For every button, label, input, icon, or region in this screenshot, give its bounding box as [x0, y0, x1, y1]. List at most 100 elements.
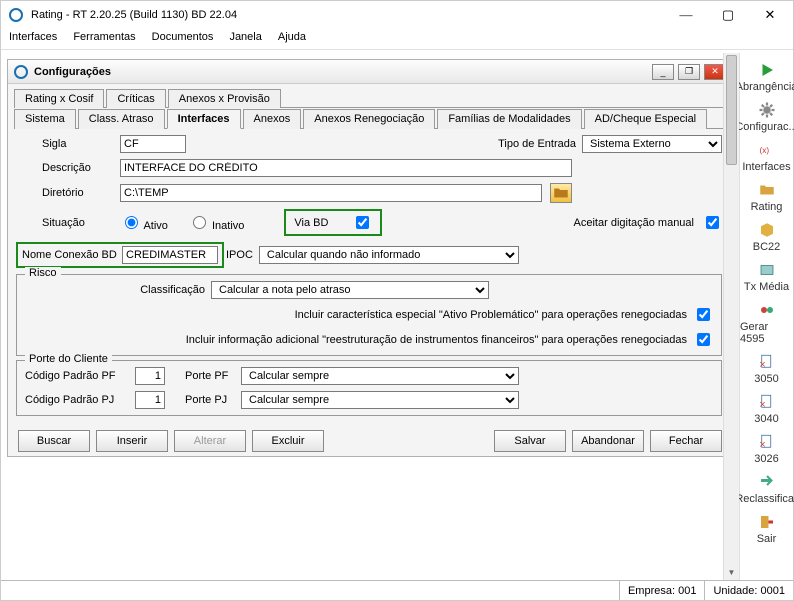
sidebar-item-3026[interactable]: 3026: [740, 433, 793, 465]
incluir2-checkbox[interactable]: [697, 333, 710, 346]
aceitar-manual-checkbox[interactable]: [706, 216, 719, 229]
menu-ajuda[interactable]: Ajuda: [278, 31, 306, 43]
aceitar-manual-label: Aceitar digitação manual: [574, 217, 694, 229]
minimize-button[interactable]: —: [671, 7, 701, 23]
via-bd-checkbox[interactable]: [356, 216, 369, 229]
ipoc-label: IPOC: [226, 249, 253, 261]
sidebar-item-3050[interactable]: 3050: [740, 353, 793, 385]
sidebar-item-reclassificar[interactable]: Reclassificar: [740, 473, 793, 505]
sidebar-item-sair[interactable]: Sair: [740, 513, 793, 545]
menu-ferramentas[interactable]: Ferramentas: [73, 31, 135, 43]
vertical-scrollbar[interactable]: ▲ ▼: [723, 53, 739, 580]
tab-sistema[interactable]: Sistema: [14, 109, 76, 129]
close-button[interactable]: ✕: [755, 7, 785, 23]
porte-pf-select[interactable]: Calcular sempre: [241, 367, 519, 385]
tab-anexos-reneg[interactable]: Anexos Renegociação: [303, 109, 435, 129]
tab-class-atraso[interactable]: Class. Atraso: [78, 109, 165, 129]
child-icon: [14, 65, 28, 79]
incluir1-label: Incluir característica especial "Ativo P…: [25, 309, 687, 321]
cod-pf-label: Código Padrão PF: [25, 370, 135, 382]
diretorio-label: Diretório: [42, 187, 120, 199]
move-icon: [758, 473, 776, 491]
diretorio-input[interactable]: [120, 184, 542, 202]
buscar-button[interactable]: Buscar: [18, 430, 90, 452]
sidebar-item-bc22[interactable]: BC22: [740, 221, 793, 253]
porte-pj-label: Porte PJ: [185, 394, 241, 406]
excluir-button[interactable]: Excluir: [252, 430, 324, 452]
child-window: Configurações _ ❐ ✕ Rating x Cosif Críti…: [7, 59, 733, 457]
menu-documentos[interactable]: Documentos: [152, 31, 214, 43]
app-icon: [9, 8, 23, 22]
tipo-entrada-label: Tipo de Entrada: [498, 138, 576, 150]
tipo-entrada-select[interactable]: Sistema Externo: [582, 135, 722, 153]
fechar-button[interactable]: Fechar: [650, 430, 722, 452]
incluir2-label: Incluir informação adicional "reestrutur…: [25, 334, 687, 346]
descricao-label: Descrição: [42, 162, 120, 174]
porte-legend: Porte do Cliente: [25, 353, 112, 365]
sidebar-item-rating[interactable]: Rating: [740, 181, 793, 213]
io-icon: (x): [758, 141, 776, 159]
tab-familias[interactable]: Famílias de Modalidades: [437, 109, 581, 129]
tab-criticas[interactable]: Críticas: [106, 89, 165, 108]
scroll-down-icon[interactable]: ▼: [724, 564, 739, 580]
status-empresa: Empresa: 001: [619, 581, 704, 600]
radio-ativo[interactable]: Ativo: [120, 213, 168, 232]
folder-icon: [758, 181, 776, 199]
cube-icon: [758, 221, 776, 239]
sigla-input[interactable]: [120, 135, 186, 153]
via-bd-label: Via BD: [294, 217, 328, 229]
tab-interfaces[interactable]: Interfaces: [167, 109, 241, 129]
child-minimize-button[interactable]: _: [652, 64, 674, 80]
abandonar-button[interactable]: Abandonar: [572, 430, 644, 452]
doc-icon: [758, 433, 776, 451]
sidebar-item-txmedia[interactable]: Tx Média: [740, 261, 793, 293]
window-title: Rating - RT 2.20.25 (Build 1130) BD 22.0…: [31, 9, 237, 21]
menu-janela[interactable]: Janela: [229, 31, 261, 43]
tab-anexos[interactable]: Anexos: [243, 109, 302, 129]
menu-interfaces[interactable]: Interfaces: [9, 31, 57, 43]
maximize-button[interactable]: ▢: [713, 7, 743, 23]
incluir1-checkbox[interactable]: [697, 308, 710, 321]
via-bd-highlight: Via BD: [284, 209, 382, 236]
tab-row-2: Sistema Class. Atraso Interfaces Anexos …: [14, 108, 726, 129]
nome-conexao-input[interactable]: [122, 246, 218, 264]
situacao-label: Situação: [42, 217, 120, 229]
form-interfaces: Sigla Tipo de Entrada Sistema Externo De…: [8, 129, 732, 424]
browse-button[interactable]: [550, 183, 572, 203]
scroll-thumb[interactable]: [726, 55, 737, 165]
cod-pj-label: Código Padrão PJ: [25, 394, 135, 406]
porte-pj-select[interactable]: Calcular sempre: [241, 391, 519, 409]
sidebar: Abrangência Configurac... (x)Interfaces …: [739, 53, 793, 580]
sidebar-item-abrangencia[interactable]: Abrangência: [740, 61, 793, 93]
gen-icon: [758, 301, 776, 319]
sidebar-item-gerar4595[interactable]: Gerar 4595: [740, 301, 793, 345]
child-restore-button[interactable]: ❐: [678, 64, 700, 80]
descricao-input[interactable]: [120, 159, 572, 177]
window-titlebar: Rating - RT 2.20.25 (Build 1130) BD 22.0…: [1, 1, 793, 29]
risco-legend: Risco: [25, 267, 61, 279]
child-title: Configurações: [34, 66, 111, 78]
cod-pj-input[interactable]: [135, 391, 165, 409]
cod-pf-input[interactable]: [135, 367, 165, 385]
classificacao-select[interactable]: Calcular a nota pelo atraso: [211, 281, 489, 299]
sidebar-item-3040[interactable]: 3040: [740, 393, 793, 425]
exit-icon: [758, 513, 776, 531]
fieldset-risco: Risco Classificação Calcular a nota pelo…: [16, 274, 722, 356]
radio-inativo[interactable]: Inativo: [188, 213, 244, 232]
tab-anexos-provisao[interactable]: Anexos x Provisão: [168, 89, 281, 108]
status-unidade: Unidade: 0001: [704, 581, 793, 600]
tab-rating-cosif[interactable]: Rating x Cosif: [14, 89, 104, 108]
svg-text:(x): (x): [759, 146, 769, 155]
inserir-button[interactable]: Inserir: [96, 430, 168, 452]
porte-pf-label: Porte PF: [185, 370, 241, 382]
sidebar-item-interfaces[interactable]: (x)Interfaces: [740, 141, 793, 173]
alterar-button[interactable]: Alterar: [174, 430, 246, 452]
gear-icon: [758, 101, 776, 119]
sigla-label: Sigla: [42, 138, 120, 150]
ipoc-select[interactable]: Calcular quando não informado: [259, 246, 519, 264]
nome-conexao-highlight: Nome Conexão BD: [16, 242, 224, 268]
salvar-button[interactable]: Salvar: [494, 430, 566, 452]
sidebar-item-config[interactable]: Configurac...: [740, 101, 793, 133]
menu-bar: Interfaces Ferramentas Documentos Janela…: [1, 29, 793, 50]
tab-ad-cheque[interactable]: AD/Cheque Especial: [584, 109, 708, 129]
